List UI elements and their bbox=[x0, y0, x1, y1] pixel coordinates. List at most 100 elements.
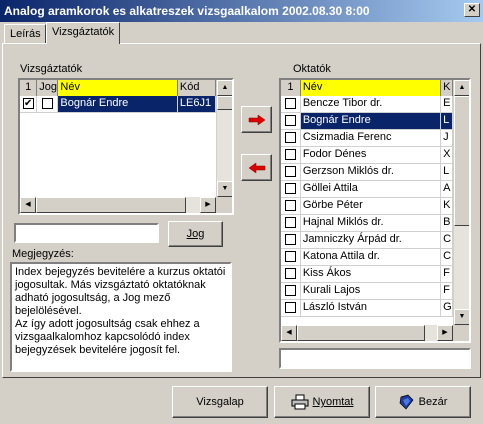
cell-nev[interactable]: Bognár Endre bbox=[300, 113, 442, 129]
row-checkbox[interactable] bbox=[284, 132, 296, 143]
cell-nev[interactable]: Kurali Lajos bbox=[301, 283, 442, 299]
jog-filter-input[interactable] bbox=[14, 223, 159, 243]
row-checkbox[interactable] bbox=[284, 251, 296, 262]
header-nev[interactable]: Név bbox=[300, 80, 442, 96]
scroll-up-button[interactable]: ▲ bbox=[454, 80, 469, 96]
right-vertical-scrollbar[interactable]: ▲ ▼ bbox=[453, 80, 469, 325]
bezar-button[interactable]: Bezár bbox=[375, 386, 471, 418]
row-check-cell[interactable] bbox=[281, 249, 301, 265]
cell-kod[interactable]: L bbox=[441, 164, 453, 180]
hscroll-thumb[interactable] bbox=[297, 325, 425, 341]
close-button[interactable]: ✕ bbox=[464, 3, 480, 17]
cell-kod[interactable]: LE6J1 bbox=[177, 96, 217, 112]
scroll-right-button[interactable]: ▶ bbox=[200, 197, 216, 213]
row-check-cell[interactable] bbox=[281, 283, 301, 299]
scroll-right-button[interactable]: ▶ bbox=[437, 325, 453, 341]
left-horizontal-scrollbar[interactable]: ◀ ▶ bbox=[20, 197, 216, 213]
right-horizontal-scrollbar[interactable]: ◀ ▶ bbox=[281, 325, 453, 341]
tab-vizsgaztatok[interactable]: Vizsgáztatók bbox=[46, 22, 120, 44]
header-kod[interactable]: Kód bbox=[177, 80, 217, 96]
cell-nev[interactable]: Fodor Dénes bbox=[301, 147, 442, 163]
row-check-cell[interactable] bbox=[281, 147, 301, 163]
cell-nev[interactable]: László István bbox=[301, 300, 442, 316]
header-nev[interactable]: Név bbox=[58, 80, 178, 96]
table-row[interactable]: Hajnal Miklós dr. B bbox=[281, 215, 453, 232]
table-row[interactable]: Bencze Tibor dr. E bbox=[281, 96, 453, 113]
oktato-search-input[interactable] bbox=[279, 348, 471, 369]
row-check-cell[interactable] bbox=[281, 113, 301, 129]
table-row[interactable]: Gerzson Miklós dr. L bbox=[281, 164, 453, 181]
table-row[interactable]: Kurali Lajos F bbox=[281, 283, 453, 300]
table-row[interactable]: Görbe Péter K bbox=[281, 198, 453, 215]
row-check-cell[interactable]: ✔ bbox=[20, 96, 38, 112]
table-row[interactable]: Bognár Endre L bbox=[281, 113, 453, 130]
scroll-down-button[interactable]: ▼ bbox=[454, 309, 469, 325]
vizsgalap-button[interactable]: Vizsgalap bbox=[172, 386, 268, 418]
row-checkbox[interactable]: ✔ bbox=[22, 98, 34, 109]
row-check-cell[interactable] bbox=[281, 266, 301, 282]
table-row[interactable]: Fodor Dénes X bbox=[281, 147, 453, 164]
row-check-cell[interactable] bbox=[281, 198, 301, 214]
row-check-cell[interactable] bbox=[281, 130, 301, 146]
cell-nev[interactable]: Bencze Tibor dr. bbox=[301, 96, 442, 112]
cell-nev[interactable]: Görbe Péter bbox=[301, 198, 442, 214]
cell-nev[interactable]: Jamniczky Árpád dr. bbox=[301, 232, 442, 248]
cell-kod[interactable]: K bbox=[441, 198, 453, 214]
scroll-down-button[interactable]: ▼ bbox=[217, 181, 232, 197]
row-check-cell[interactable] bbox=[281, 96, 301, 112]
cell-kod[interactable]: C bbox=[441, 232, 453, 248]
cell-kod[interactable]: E bbox=[441, 96, 453, 112]
row-checkbox[interactable] bbox=[284, 183, 296, 194]
cell-nev[interactable]: Kiss Ákos bbox=[301, 266, 442, 282]
scroll-left-button[interactable]: ◀ bbox=[20, 197, 36, 213]
cell-kod[interactable]: G bbox=[441, 300, 453, 316]
scroll-left-button[interactable]: ◀ bbox=[281, 325, 297, 341]
cell-kod[interactable]: F bbox=[441, 283, 453, 299]
row-checkbox[interactable] bbox=[284, 115, 296, 126]
table-row[interactable]: Jamniczky Árpád dr. C bbox=[281, 232, 453, 249]
nyomtat-button[interactable]: Nyomtat bbox=[274, 386, 370, 418]
table-row[interactable]: ✔ Bognár Endre LE6J1 bbox=[20, 96, 217, 113]
row-checkbox[interactable] bbox=[284, 166, 296, 177]
cell-nev[interactable]: Katona Attila dr. bbox=[301, 249, 442, 265]
remove-examiner-button[interactable] bbox=[241, 154, 272, 181]
cell-kod[interactable]: L bbox=[441, 113, 453, 129]
header-jog[interactable]: Jog bbox=[37, 80, 59, 96]
scroll-thumb[interactable] bbox=[217, 96, 232, 110]
row-checkbox[interactable] bbox=[284, 285, 296, 296]
table-row[interactable]: Kiss Ákos F bbox=[281, 266, 453, 283]
oktato-search-value[interactable] bbox=[281, 350, 469, 354]
tab-leiras[interactable]: Leírás bbox=[4, 24, 46, 43]
scroll-thumb[interactable] bbox=[454, 96, 469, 226]
cell-nev[interactable]: Gerzson Miklós dr. bbox=[301, 164, 442, 180]
table-row[interactable]: Göllei Attila A bbox=[281, 181, 453, 198]
table-row[interactable]: Katona Attila dr. C bbox=[281, 249, 453, 266]
table-row[interactable]: Csizmadia Ferenc J bbox=[281, 130, 453, 147]
row-check-cell[interactable] bbox=[281, 215, 301, 231]
header-kod[interactable]: K bbox=[441, 80, 453, 96]
cell-nev[interactable]: Bognár Endre bbox=[58, 96, 178, 112]
left-vertical-scrollbar[interactable]: ▲ ▼ bbox=[216, 80, 232, 197]
row-checkbox[interactable] bbox=[284, 234, 296, 245]
row-checkbox[interactable] bbox=[284, 200, 296, 211]
add-examiner-button[interactable] bbox=[241, 106, 272, 133]
row-checkbox[interactable] bbox=[284, 98, 296, 109]
jog-button[interactable]: Jog bbox=[168, 221, 223, 247]
cell-kod[interactable]: C bbox=[441, 249, 453, 265]
row-check-cell[interactable] bbox=[281, 300, 301, 316]
row-checkbox[interactable] bbox=[284, 268, 296, 279]
hscroll-thumb[interactable] bbox=[36, 197, 186, 213]
row-check-cell[interactable] bbox=[281, 164, 301, 180]
cell-kod[interactable]: B bbox=[441, 215, 453, 231]
cell-kod[interactable]: F bbox=[441, 266, 453, 282]
row-check-cell[interactable] bbox=[281, 181, 301, 197]
jog-checkbox[interactable] bbox=[41, 98, 53, 109]
cell-nev[interactable]: Göllei Attila bbox=[301, 181, 442, 197]
jog-filter-value[interactable] bbox=[16, 225, 157, 229]
cell-nev[interactable]: Csizmadia Ferenc bbox=[301, 130, 442, 146]
row-check-cell[interactable] bbox=[281, 232, 301, 248]
cell-kod[interactable]: A bbox=[441, 181, 453, 197]
jog-check-cell[interactable] bbox=[37, 96, 59, 112]
cell-nev[interactable]: Hajnal Miklós dr. bbox=[301, 215, 442, 231]
cell-kod[interactable]: J bbox=[441, 130, 453, 146]
